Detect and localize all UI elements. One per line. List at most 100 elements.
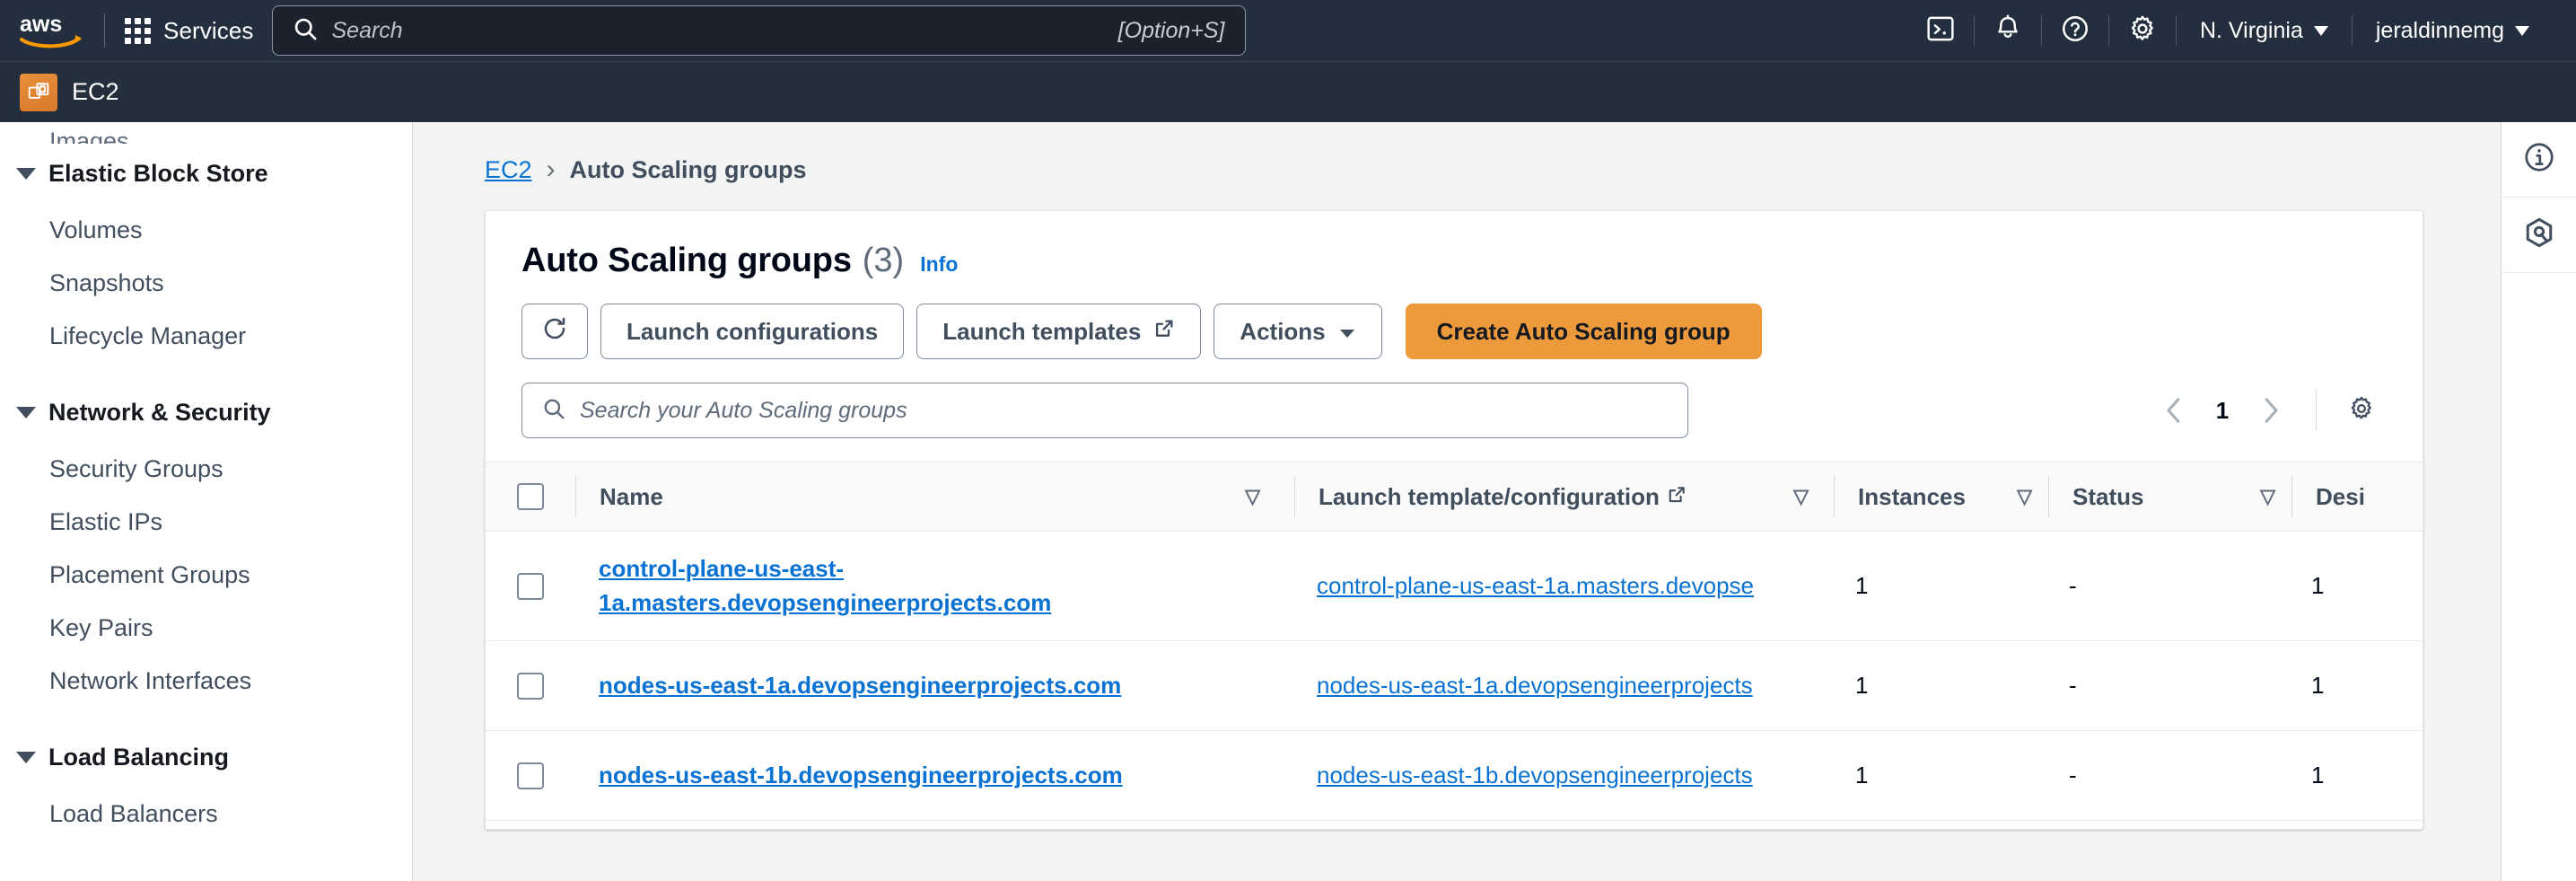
cell-status: -: [2046, 672, 2288, 700]
pagination-page-1[interactable]: 1: [2204, 397, 2240, 425]
sort-icon[interactable]: ▽: [2017, 485, 2048, 508]
refresh-button[interactable]: [521, 304, 588, 359]
info-panel-button[interactable]: [2502, 122, 2576, 198]
card-header: Auto Scaling groups (3) Info Launch conf…: [486, 211, 2423, 359]
sidebar-item-placement-groups[interactable]: Placement Groups: [0, 549, 412, 602]
info-link[interactable]: Info: [920, 252, 958, 277]
auto-scaling-groups-table: Name ▽ Launch template/configuration ▽ I…: [486, 462, 2423, 821]
sidebar-item-network-interfaces[interactable]: Network Interfaces: [0, 655, 412, 708]
launch-template-link[interactable]: nodes-us-east-1b.devopsengineerprojects: [1317, 762, 1753, 788]
settings-button[interactable]: [2109, 0, 2176, 61]
column-header-label: Instances: [1858, 482, 1966, 510]
pagination-next-button[interactable]: [2246, 385, 2296, 436]
column-header-launch-template[interactable]: Launch template/configuration ▽: [1295, 483, 1834, 511]
create-button-label: Create Auto Scaling group: [1436, 317, 1730, 345]
sidebar-item-lifecycle-manager[interactable]: Lifecycle Manager: [0, 310, 412, 363]
cell-name: nodes-us-east-1a.devopsengineerprojects.…: [575, 669, 1293, 703]
sidebar-group-network-and-security[interactable]: Network & Security: [0, 383, 412, 443]
launch-configurations-button[interactable]: Launch configurations: [600, 304, 905, 359]
sidebar-item-elastic-ips[interactable]: Elastic IPs: [0, 496, 412, 549]
info-panel-icon: [2522, 140, 2556, 179]
cell-launch-template: nodes-us-east-1a.devopsengineerprojects: [1293, 669, 1832, 703]
sidebar-item-security-groups[interactable]: Security Groups: [0, 443, 412, 496]
account-menu[interactable]: jeraldinnemg: [2353, 0, 2553, 61]
table-filter-row: 1: [486, 383, 2423, 438]
help-question-icon: [2060, 13, 2090, 48]
table-header-row: Name ▽ Launch template/configuration ▽ I…: [486, 462, 2423, 532]
external-link-icon: [1667, 483, 1687, 511]
actions-label: Actions: [1240, 317, 1326, 345]
launch-templates-button[interactable]: Launch templates: [916, 304, 1202, 359]
sort-icon[interactable]: ▽: [1793, 485, 1825, 508]
sidebar-group-load-balancing[interactable]: Load Balancing: [0, 727, 412, 788]
help-button[interactable]: [2042, 0, 2108, 61]
row-checkbox[interactable]: [517, 762, 544, 789]
sidebar-item-load-balancers[interactable]: Load Balancers: [0, 788, 412, 841]
launch-template-link[interactable]: control-plane-us-east-1a.masters.devopse: [1317, 572, 1754, 599]
sidebar-group-elastic-block-store[interactable]: Elastic Block Store: [0, 144, 412, 204]
asg-name-link[interactable]: nodes-us-east-1b.devopsengineerprojects.…: [599, 762, 1123, 788]
instances-value: 1: [1855, 762, 1869, 788]
global-search-box[interactable]: [Option+S]: [271, 5, 1246, 56]
row-select-cell: [486, 672, 575, 700]
table-preferences-button[interactable]: [2336, 385, 2387, 436]
cell-launch-template: control-plane-us-east-1a.masters.devopse: [1293, 569, 1832, 603]
ec2-service-name: EC2: [72, 78, 119, 105]
table-row[interactable]: control-plane-us-east-1a.masters.devopse…: [486, 532, 2423, 641]
chevron-down-icon: [1338, 318, 1356, 346]
asg-name-link[interactable]: nodes-us-east-1a.devopsengineerprojects.…: [599, 672, 1121, 699]
create-auto-scaling-group-button[interactable]: Create Auto Scaling group: [1405, 304, 1762, 359]
right-utility-rail: [2501, 122, 2576, 881]
services-menu-button[interactable]: Services: [125, 17, 254, 45]
asg-name-link[interactable]: control-plane-us-east-1a.masters.devopse…: [599, 555, 1051, 616]
cell-instances: 1: [1832, 672, 2046, 700]
pagination-prev-button[interactable]: [2149, 385, 2199, 436]
ec2-sidebar-navigation: Images Elastic Block Store Volumes Snaps…: [0, 122, 413, 881]
row-checkbox[interactable]: [517, 572, 544, 600]
cell-status: -: [2046, 762, 2288, 789]
apps-grid-icon: [125, 17, 151, 44]
settings-gear-icon: [2127, 13, 2158, 48]
actions-menu-button[interactable]: Actions: [1214, 304, 1382, 359]
column-header-name[interactable]: Name ▽: [576, 483, 1294, 511]
page-body: Images Elastic Block Store Volumes Snaps…: [0, 122, 2576, 881]
top-navigation-bar: aws Services [Option+S]: [0, 0, 2576, 61]
sidebar-item-volumes[interactable]: Volumes: [0, 204, 412, 257]
cell-desired: 1: [2288, 672, 2423, 700]
aws-logo[interactable]: aws: [20, 12, 84, 49]
breadcrumb-link-ec2[interactable]: EC2: [485, 156, 532, 184]
global-search-input[interactable]: [331, 17, 1118, 44]
table-row[interactable]: nodes-us-east-1a.devopsengineerprojects.…: [486, 641, 2423, 731]
table-search-box[interactable]: [521, 383, 1688, 438]
external-link-icon: [1153, 318, 1175, 346]
row-checkbox[interactable]: [517, 672, 544, 700]
sidebar-item-clipped[interactable]: Images: [0, 128, 412, 144]
ec2-service-link[interactable]: EC2: [20, 73, 119, 111]
select-all-checkbox[interactable]: [517, 483, 544, 510]
sidebar-item-snapshots[interactable]: Snapshots: [0, 257, 412, 310]
svg-text:aws: aws: [20, 12, 62, 37]
status-value: -: [2069, 572, 2077, 599]
sidebar-group-label: Network & Security: [48, 399, 271, 426]
chevron-down-icon: [16, 168, 36, 180]
amazon-q-button[interactable]: [2502, 198, 2576, 273]
instances-value: 1: [1855, 572, 1869, 599]
column-header-status[interactable]: Status ▽: [2049, 483, 2291, 511]
cell-instances: 1: [1832, 572, 2046, 600]
region-selector[interactable]: N. Virginia: [2177, 0, 2352, 61]
sidebar-item-key-pairs[interactable]: Key Pairs: [0, 602, 412, 655]
column-header-instances[interactable]: Instances ▽: [1835, 483, 2048, 511]
amazon-q-icon: [2522, 216, 2556, 254]
table-row[interactable]: nodes-us-east-1b.devopsengineerprojects.…: [486, 731, 2423, 821]
main-content: EC2 › Auto Scaling groups Auto Scaling g…: [413, 122, 2501, 881]
launch-template-link[interactable]: nodes-us-east-1a.devopsengineerprojects: [1317, 672, 1753, 699]
table-search-input[interactable]: [580, 397, 1668, 424]
cloudshell-button[interactable]: [1907, 0, 1974, 61]
cell-status: -: [2046, 572, 2288, 600]
desired-value: 1: [2311, 572, 2325, 599]
cloudshell-icon: [1925, 13, 1956, 48]
notifications-button[interactable]: [1975, 0, 2041, 61]
sort-icon[interactable]: ▽: [1245, 485, 1276, 508]
column-header-desired[interactable]: Desi: [2292, 483, 2423, 511]
sort-icon[interactable]: ▽: [2260, 485, 2291, 508]
